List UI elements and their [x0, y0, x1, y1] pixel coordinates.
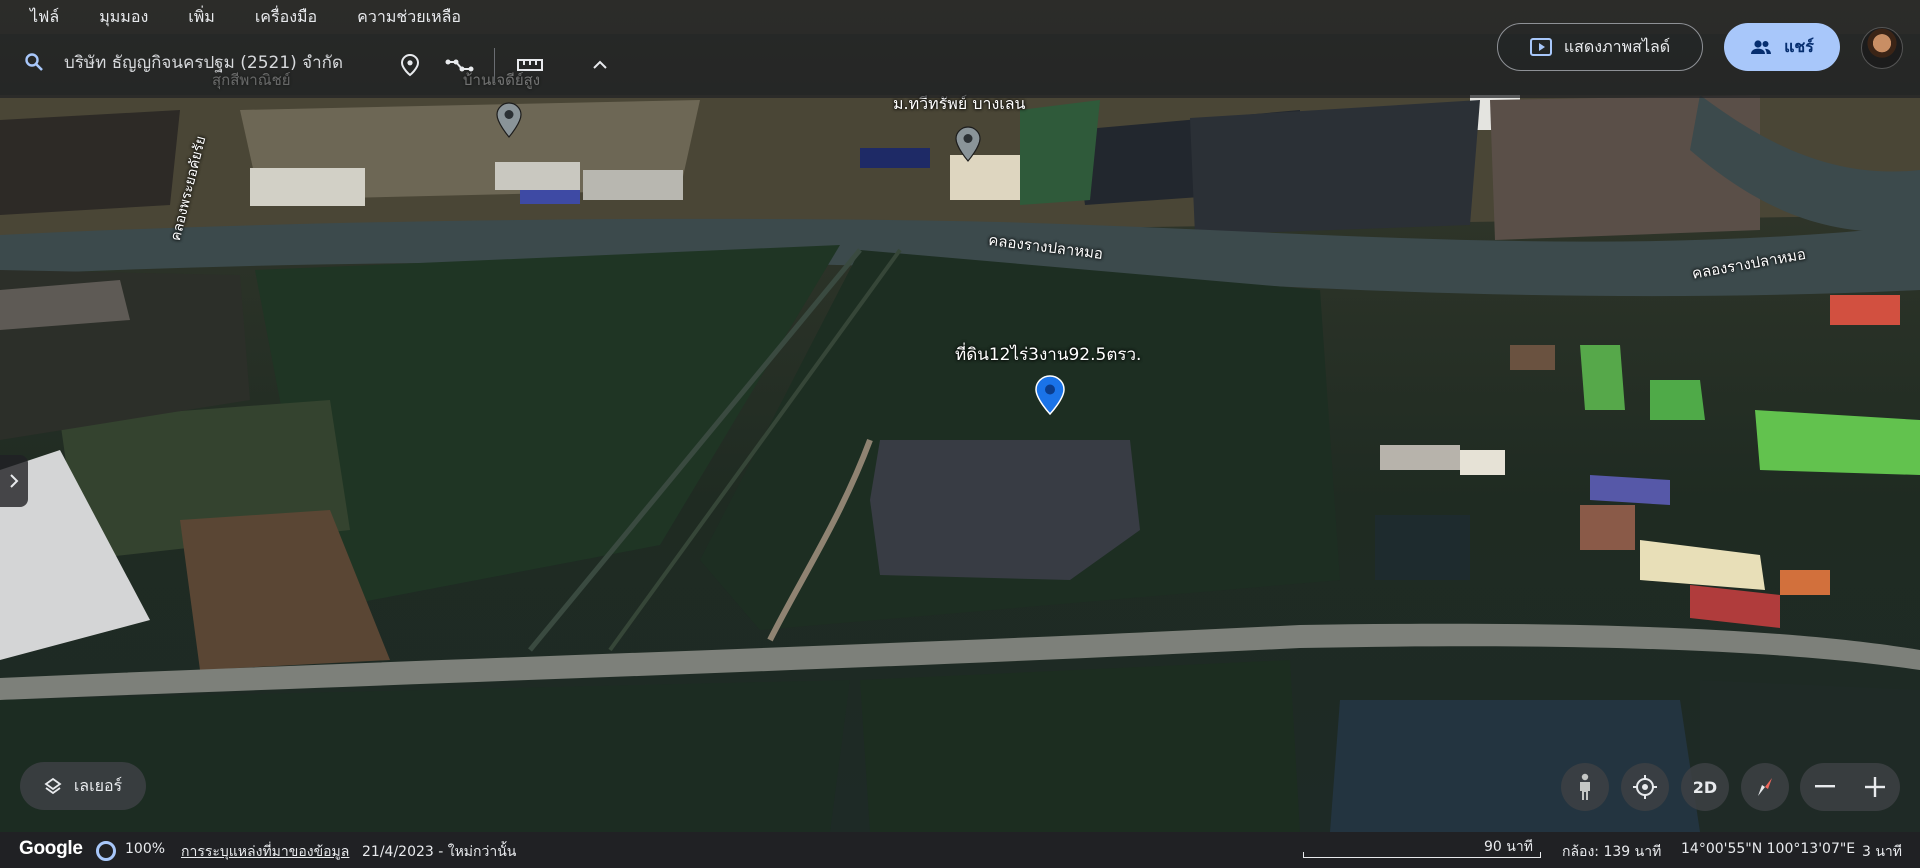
people-icon: [1751, 40, 1772, 54]
compass-button[interactable]: [1741, 763, 1789, 811]
loading-ring-icon: [96, 841, 116, 861]
my-location-button[interactable]: [1621, 763, 1669, 811]
coordinates-readout: 14°00'55"N 100°13'07"E: [1681, 841, 1856, 857]
search-icon[interactable]: [24, 52, 44, 72]
menu-view[interactable]: มุมมอง: [99, 5, 148, 30]
chevron-right-icon: [10, 474, 19, 488]
google-logo: Google: [19, 838, 83, 859]
add-placemark-button[interactable]: [393, 48, 427, 82]
placemark-label[interactable]: ที่ดิน12ไร่3งาน92.5ตรว.: [955, 341, 1141, 368]
collapse-toolbar-button[interactable]: [583, 48, 617, 82]
plus-icon: [1865, 777, 1885, 797]
layers-button[interactable]: เลเยอร์: [20, 762, 146, 810]
search-query[interactable]: บริษัท ธัญญกิจนครปฐม (2521) จำกัด: [64, 49, 343, 76]
satellite-imagery: [0, 95, 1920, 832]
layers-icon: [44, 777, 62, 795]
pegman-icon: [1580, 773, 1590, 800]
slideshow-label: แสดงภาพสไลด์: [1563, 36, 1671, 56]
account-avatar[interactable]: [1861, 27, 1903, 69]
imagery-date[interactable]: 21/4/2023 - ใหม่กว่านั้น: [362, 841, 516, 863]
gray-pin-icon[interactable]: [955, 126, 981, 166]
share-button[interactable]: แชร์: [1724, 23, 1840, 71]
scale-bar: [1303, 852, 1541, 858]
slideshow-button[interactable]: แสดงภาพสไลด์: [1497, 23, 1703, 71]
gray-pin-icon[interactable]: [496, 102, 522, 142]
minus-icon: [1815, 785, 1835, 788]
eye-altitude: 3 นาที: [1862, 844, 1903, 860]
data-attribution-link[interactable]: การระบุแหล่งที่มาของข้อมูล: [181, 841, 349, 863]
side-panel-toggle[interactable]: [0, 455, 28, 507]
menu-file[interactable]: ไฟล์: [30, 5, 59, 30]
chevron-up-icon: [593, 60, 607, 69]
satellite-map[interactable]: [0, 0, 1920, 832]
compass-icon: [1758, 778, 1772, 796]
menu-add[interactable]: เพิ่ม: [188, 5, 215, 30]
layers-label: เลเยอร์: [73, 775, 123, 795]
slideshow-icon: [1529, 38, 1552, 56]
faded-place-label: บ้านเจดีย์สูง: [463, 71, 541, 89]
toggle-2d-button[interactable]: 2D: [1681, 763, 1729, 811]
camera-altitude: กล้อง: 139 นาที: [1562, 844, 1662, 860]
zoom-in-button[interactable]: [1850, 763, 1900, 811]
menu-tools[interactable]: เครื่องมือ: [255, 5, 317, 30]
share-label: แชร์: [1784, 36, 1814, 56]
zoom-controls: [1800, 763, 1900, 811]
menu-help[interactable]: ความช่วยเหลือ: [357, 5, 461, 30]
street-view-button[interactable]: [1561, 763, 1609, 811]
place-pin-icon: [400, 53, 420, 77]
status-bar: Google 100% การระบุแหล่งที่มาของข้อมูล 2…: [0, 832, 1920, 868]
crosshair-icon: [1633, 775, 1657, 799]
zoom-out-button[interactable]: [1800, 763, 1850, 811]
streaming-percent: 100%: [125, 841, 166, 857]
search-box[interactable]: บริษัท ธัญญกิจนครปฐม (2521) จำกัด: [24, 42, 374, 82]
selected-placemark-icon[interactable]: [1035, 375, 1065, 419]
faded-place-label: สุกสีพาณิชย์: [212, 71, 291, 89]
